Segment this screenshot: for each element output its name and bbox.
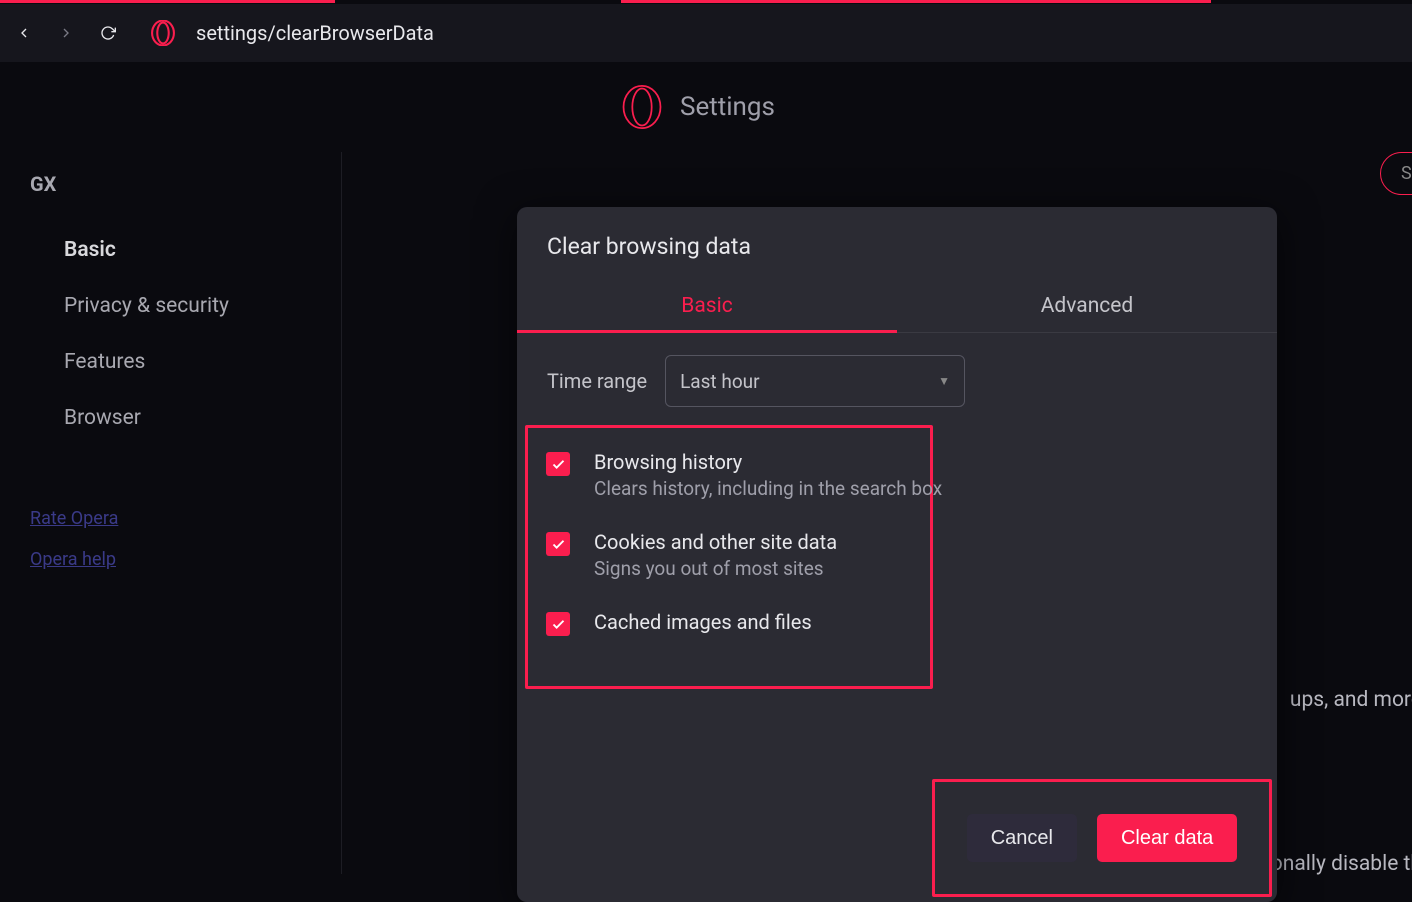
option-label: Cached images and files bbox=[594, 610, 812, 634]
option-desc: Signs you out of most sites bbox=[594, 557, 837, 580]
dialog-footer-highlight: Cancel Clear data bbox=[932, 779, 1272, 897]
reload-button[interactable] bbox=[92, 17, 124, 49]
opera-gx-logo-icon bbox=[150, 20, 176, 46]
back-button[interactable] bbox=[8, 17, 40, 49]
sidebar-link-help[interactable]: Opera help bbox=[30, 539, 341, 580]
tab-strip bbox=[0, 0, 1412, 4]
dialog-title: Clear browsing data bbox=[517, 207, 1277, 280]
browser-toolbar: settings/clearBrowserData bbox=[0, 4, 1412, 62]
option-label: Browsing history bbox=[594, 450, 942, 474]
sidebar-heading: GX bbox=[30, 172, 341, 196]
time-range-label: Time range bbox=[547, 369, 647, 393]
background-text-line1: ups, and more bbox=[1290, 688, 1412, 712]
time-range-value: Last hour bbox=[680, 370, 760, 393]
dialog-tabs: Basic Advanced bbox=[517, 280, 1277, 333]
checkbox-cache[interactable] bbox=[546, 612, 570, 636]
checkbox-cookies[interactable] bbox=[546, 532, 570, 556]
clear-browsing-data-dialog: Clear browsing data Basic Advanced Time … bbox=[517, 207, 1277, 902]
tab-advanced[interactable]: Advanced bbox=[897, 280, 1277, 332]
forward-button[interactable] bbox=[50, 17, 82, 49]
option-browsing-history[interactable]: Browsing history Clears history, includi… bbox=[546, 450, 912, 500]
cancel-button[interactable]: Cancel bbox=[967, 814, 1077, 862]
address-bar[interactable]: settings/clearBrowserData bbox=[196, 21, 434, 45]
sidebar-item-browser[interactable]: Browser bbox=[30, 390, 341, 446]
clear-data-button[interactable]: Clear data bbox=[1097, 814, 1237, 862]
option-desc: Clears history, including in the search … bbox=[594, 477, 942, 500]
page-title: Settings bbox=[680, 92, 775, 122]
sidebar-item-features[interactable]: Features bbox=[30, 334, 341, 390]
sidebar-item-privacy[interactable]: Privacy & security bbox=[30, 278, 341, 334]
page-area: Settings Sea GX Basic Privacy & security… bbox=[0, 62, 1412, 874]
option-cache[interactable]: Cached images and files bbox=[546, 610, 912, 636]
sidebar-link-rate[interactable]: Rate Opera bbox=[30, 498, 341, 539]
option-label: Cookies and other site data bbox=[594, 530, 837, 554]
checkbox-browsing-history[interactable] bbox=[546, 452, 570, 476]
options-highlight: Browsing history Clears history, includi… bbox=[525, 425, 933, 689]
settings-sidebar: GX Basic Privacy & security Features Bro… bbox=[0, 152, 342, 874]
chevron-down-icon: ▼ bbox=[938, 374, 950, 388]
settings-header: Settings bbox=[0, 62, 1412, 152]
time-range-select[interactable]: Last hour ▼ bbox=[665, 355, 965, 407]
sidebar-item-basic[interactable]: Basic bbox=[30, 222, 341, 278]
tab-basic[interactable]: Basic bbox=[517, 280, 897, 332]
opera-header-logo-icon bbox=[620, 85, 664, 129]
option-cookies[interactable]: Cookies and other site data Signs you ou… bbox=[546, 530, 912, 580]
